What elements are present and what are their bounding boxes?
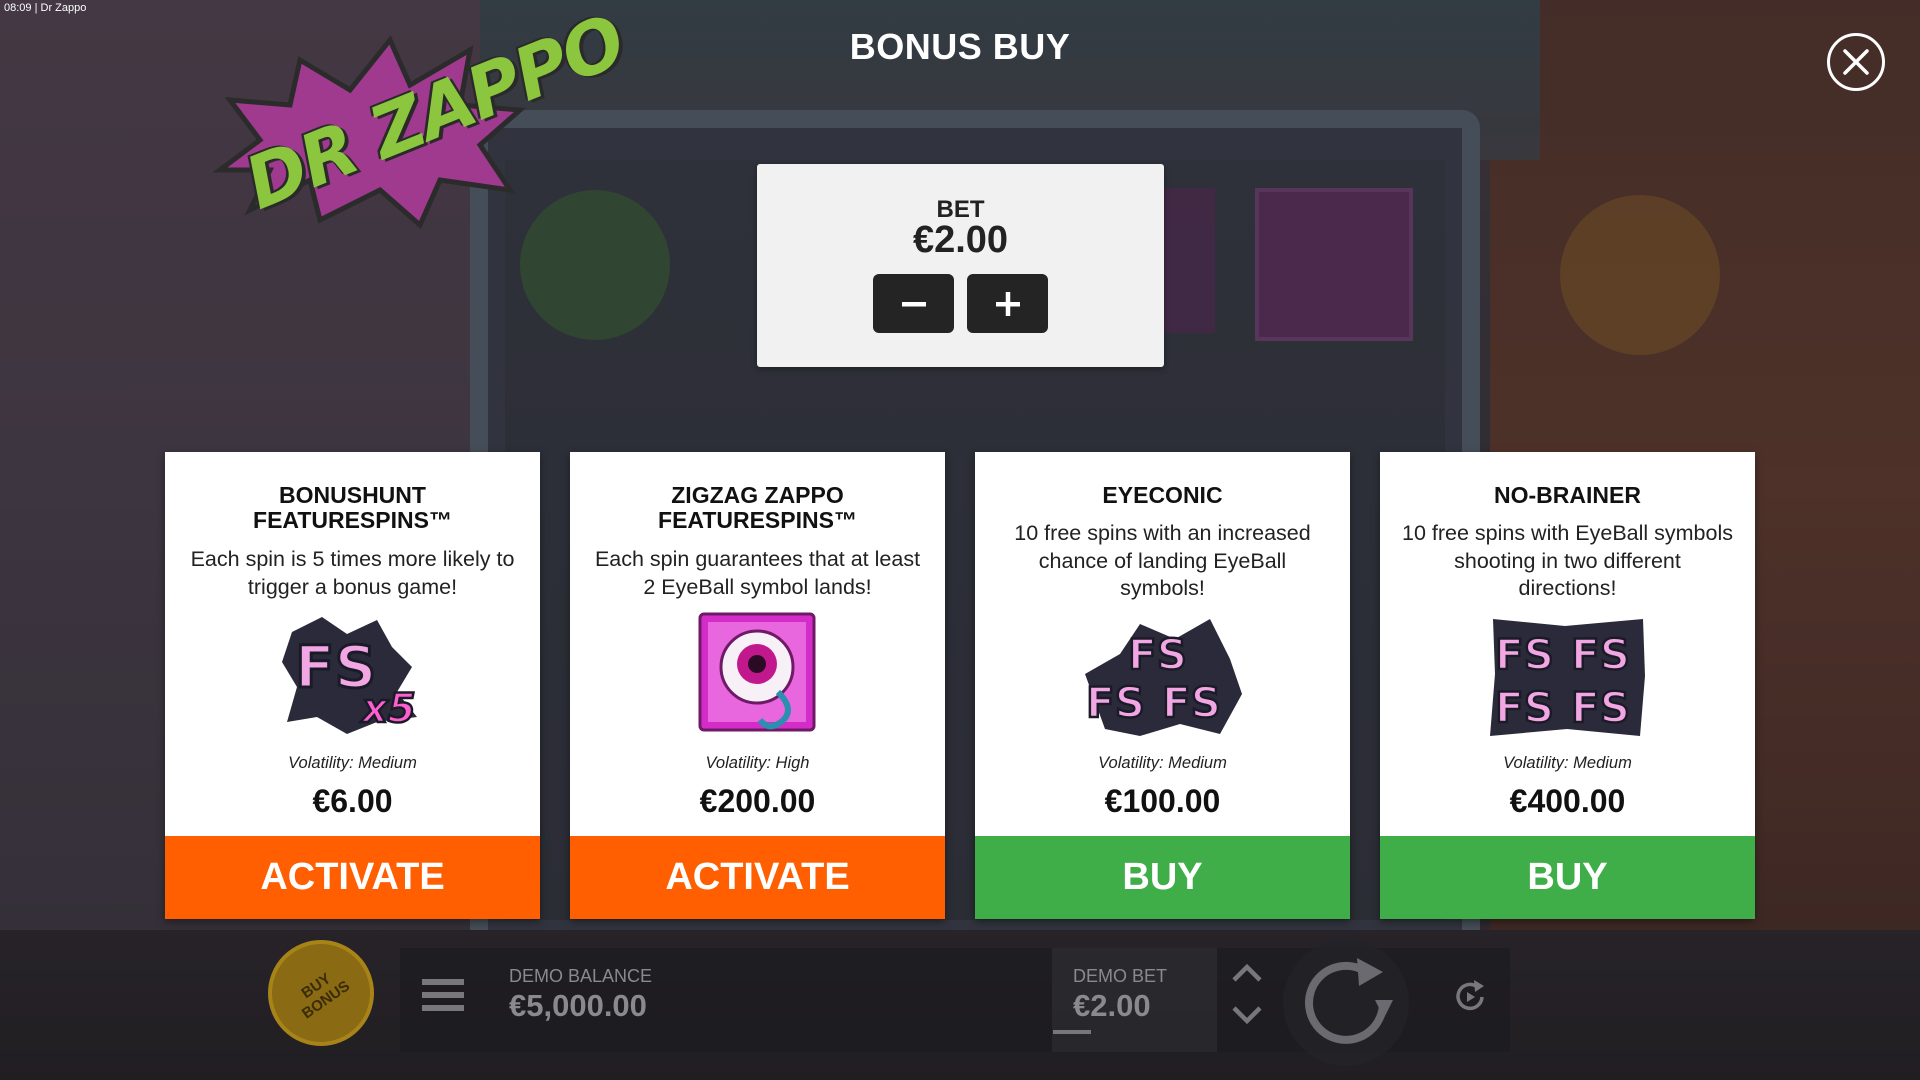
card-title: EYECONIC (985, 483, 1340, 508)
fs-quad-icon: FS FS FS FS (1485, 614, 1650, 739)
bet-increase-button[interactable] (967, 274, 1048, 333)
demo-balance-label: DEMO BALANCE (509, 966, 653, 986)
close-icon (1843, 49, 1869, 75)
card-description: Each spin guarantees that at least 2 Eye… (586, 546, 929, 601)
card-volatility: Volatility: Medium (1098, 754, 1227, 772)
spin-button[interactable] (1283, 940, 1409, 1066)
demo-balance-value: €5,000.00 (509, 988, 647, 1023)
bet-value: €2.00 (912, 219, 1009, 261)
status-app-name: Dr Zappo (40, 2, 87, 14)
eyeball-icon (698, 612, 816, 737)
buy-button[interactable]: BUY (1380, 836, 1755, 919)
card-title-line1: ZIGZAG ZAPPO (671, 482, 844, 508)
card-description: 10 free spins with EyeBall symbols shoot… (1396, 520, 1739, 603)
demo-bet-label: DEMO BET (1073, 966, 1168, 986)
status-separator: | (34, 2, 38, 14)
card-desc-line: symbols! (1120, 576, 1205, 600)
activate-button[interactable]: ACTIVATE (165, 836, 540, 919)
feature-card-no-brainer: NO-BRAINER 10 free spins with EyeBall sy… (1380, 452, 1755, 919)
bet-decrease-button[interactable] (873, 274, 954, 333)
bet-up-button[interactable] (1230, 960, 1264, 986)
fs-x5-icon: FS x5 (277, 612, 427, 737)
buy-button[interactable]: BUY (975, 836, 1350, 919)
svg-text:FS: FS (1571, 630, 1630, 679)
activate-button[interactable]: ACTIVATE (570, 836, 945, 919)
svg-text:FS: FS (1495, 630, 1554, 679)
card-desc-line: Each spin guarantees that at least (594, 547, 921, 571)
menu-icon (422, 979, 464, 1011)
feature-card-bonushunt: BONUSHUNT FEATURESPINS™ Each spin is 5 t… (165, 452, 540, 919)
card-price: €400.00 (1509, 783, 1626, 819)
minus-icon (901, 301, 926, 306)
buy-bonus-label: BUY BONUS (289, 964, 353, 1022)
close-button[interactable] (1827, 33, 1885, 91)
card-price: €200.00 (699, 783, 816, 819)
card-title-line1: NO-BRAINER (1494, 482, 1641, 508)
feature-card-zigzag-zappo: ZIGZAG ZAPPO FEATURESPINS™ Each spin gua… (570, 452, 945, 919)
card-title-line1: BONUSHUNT (279, 482, 426, 508)
bet-panel: BET €2.00 (757, 164, 1164, 367)
autoplay-icon (1456, 980, 1484, 1011)
card-desc-line: trigger a bonus game! (247, 574, 458, 599)
plus-icon (995, 291, 1020, 316)
bet-indicator (1053, 1030, 1091, 1034)
card-title-line1: EYECONIC (1102, 482, 1223, 508)
card-title-line2: FEATURESPINS™ (253, 507, 452, 533)
card-desc-line: 2 EyeBall symbol lands! (643, 574, 872, 599)
card-description: Each spin is 5 times more likely to trig… (181, 546, 524, 601)
svg-text:FS: FS (1128, 630, 1187, 679)
svg-text:FS: FS (1162, 678, 1221, 727)
card-volatility: Volatility: Medium (288, 754, 417, 772)
card-volatility: Volatility: Medium (1503, 754, 1632, 772)
feature-card-eyeconic: EYECONIC 10 free spins with an increased… (975, 452, 1350, 919)
spin-icon (1305, 958, 1393, 1044)
status-time: 08:09 | Dr Zappo (4, 2, 86, 14)
card-volatility: Volatility: High (705, 754, 810, 772)
svg-text:FS: FS (1495, 683, 1554, 732)
svg-text:FS: FS (1571, 683, 1630, 732)
menu-button[interactable] (420, 975, 466, 1015)
autoplay-button[interactable] (1448, 975, 1492, 1019)
card-desc-line: shooting in two different (1454, 548, 1681, 573)
card-price: €100.00 (1104, 783, 1221, 819)
card-title: BONUSHUNT FEATURESPINS™ (175, 483, 530, 533)
card-title: ZIGZAG ZAPPO FEATURESPINS™ (580, 483, 935, 533)
buy-bonus-button[interactable]: BUY BONUS (268, 940, 374, 1046)
card-desc-line: chance of landing EyeBall (1038, 548, 1287, 573)
svg-text:x5: x5 (360, 686, 416, 732)
bet-down-button[interactable] (1230, 1002, 1264, 1028)
game-screen: DR ZAPPO 08:09 | Dr Zappo BONUS BUY BET … (0, 0, 1920, 1080)
status-time-value: 08:09 (4, 2, 32, 14)
card-desc-line: 10 free spins with an increased (1014, 521, 1311, 545)
card-desc-line: Each spin is 5 times more likely to (190, 547, 515, 571)
page-title: BONUS BUY (849, 26, 1071, 67)
card-description: 10 free spins with an increased chance o… (991, 520, 1334, 603)
card-title: NO-BRAINER (1390, 483, 1745, 508)
fs-triple-icon: FS FS FS (1080, 614, 1245, 739)
card-desc-line: 10 free spins with EyeBall symbols (1401, 521, 1733, 545)
card-title-line2: FEATURESPINS™ (658, 507, 857, 533)
demo-bet-value: €2.00 (1073, 988, 1151, 1023)
bet-up-icon (1232, 963, 1262, 982)
card-price: €6.00 (312, 783, 393, 819)
bet-down-icon (1232, 1006, 1262, 1025)
card-desc-line: directions! (1518, 576, 1617, 600)
svg-text:FS: FS (1086, 678, 1145, 727)
